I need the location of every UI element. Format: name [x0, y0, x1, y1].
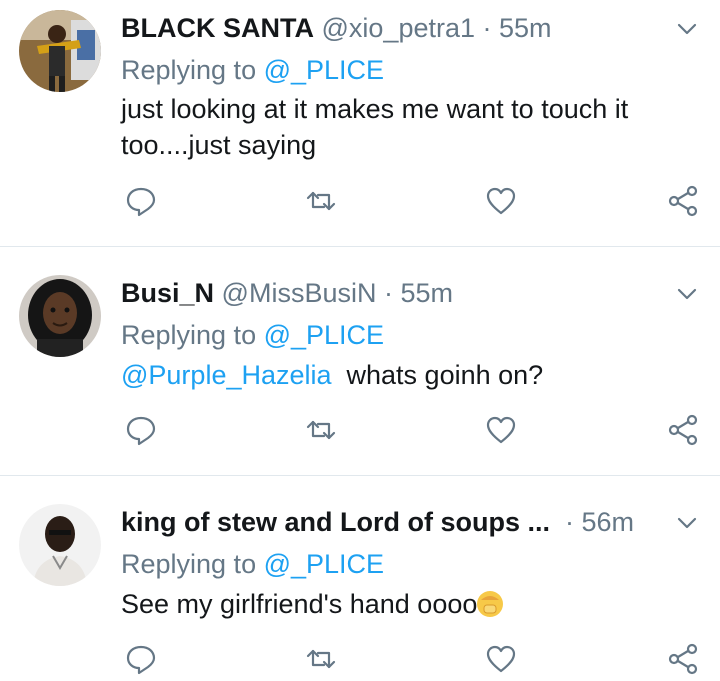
- reply-icon[interactable]: [124, 184, 158, 218]
- chevron-down-icon[interactable]: [676, 18, 698, 40]
- tweet-text: @Purple_Hazelia whats goinh on?: [121, 357, 681, 393]
- username[interactable]: @xio_petra1: [322, 13, 476, 43]
- share-icon[interactable]: [666, 184, 700, 218]
- display-name[interactable]: BLACK SANTA: [121, 13, 314, 43]
- replying-mention-link[interactable]: @_PLICE: [264, 549, 384, 579]
- retweet-icon[interactable]: [304, 184, 338, 218]
- mention-link[interactable]: @Purple_Hazelia: [121, 360, 332, 390]
- replying-label: Replying to: [121, 55, 264, 85]
- username[interactable]: @MissBusiN: [222, 278, 377, 308]
- replying-label: Replying to: [121, 549, 264, 579]
- timestamp[interactable]: · 55m: [483, 13, 552, 43]
- tweet-text-body: See my girlfriend's hand oooo: [121, 589, 478, 619]
- heart-icon[interactable]: [484, 642, 518, 676]
- tweet-header: BLACK SANTA @xio_petra1 · 55m: [121, 12, 552, 44]
- avatar[interactable]: [19, 275, 101, 357]
- timestamp[interactable]: · 55m: [384, 278, 453, 308]
- share-icon[interactable]: [666, 413, 700, 447]
- avatar[interactable]: [19, 10, 101, 92]
- timestamp[interactable]: · 56m: [565, 507, 634, 537]
- tweet-text: just looking at it makes me want to touc…: [121, 94, 629, 160]
- face-palm-emoji-icon: [477, 591, 504, 617]
- replying-mention-link[interactable]: @_PLICE: [264, 55, 384, 85]
- retweet-icon[interactable]: [304, 642, 338, 676]
- reply-icon[interactable]: [124, 413, 158, 447]
- display-name[interactable]: Busi_N: [121, 278, 214, 308]
- chevron-down-icon[interactable]: [676, 283, 698, 305]
- tweet-header: Busi_N @MissBusiN · 55m: [121, 277, 453, 309]
- tweet-text-body: whats goinh on?: [331, 360, 544, 390]
- share-icon[interactable]: [666, 642, 700, 676]
- heart-icon[interactable]: [484, 413, 518, 447]
- replying-to-line: Replying to @_PLICE: [121, 548, 384, 580]
- display-name[interactable]: king of stew and Lord of soups ...: [121, 507, 550, 537]
- tweet[interactable]: BLACK SANTA @xio_petra1 · 55m Replying t…: [0, 0, 720, 246]
- retweet-icon[interactable]: [304, 413, 338, 447]
- tweet[interactable]: Busi_N @MissBusiN · 55m Replying to @_PL…: [0, 247, 720, 475]
- replying-mention-link[interactable]: @_PLICE: [264, 320, 384, 350]
- heart-icon[interactable]: [484, 184, 518, 218]
- tweet-header: king of stew and Lord of soups ...: [121, 506, 550, 538]
- replying-to-line: Replying to @_PLICE: [121, 319, 384, 351]
- replying-label: Replying to: [121, 320, 264, 350]
- reply-icon[interactable]: [124, 642, 158, 676]
- chevron-down-icon[interactable]: [676, 512, 698, 534]
- tweet-text: See my girlfriend's hand oooo: [121, 586, 681, 622]
- replying-to-line: Replying to @_PLICE: [121, 54, 384, 86]
- tweet[interactable]: king of stew and Lord of soups ... · 56m…: [0, 476, 720, 675]
- avatar[interactable]: [19, 504, 101, 586]
- tweet-time: · 56m: [565, 506, 634, 538]
